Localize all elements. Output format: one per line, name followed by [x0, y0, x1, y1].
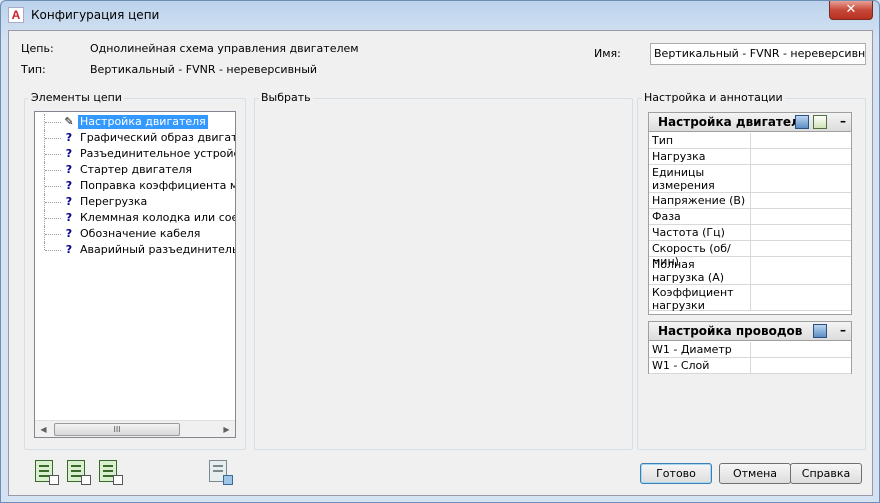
tree-item[interactable]: ? Аварийный разъединитель по [35, 242, 236, 258]
collapse-icon[interactable]: – [840, 323, 846, 337]
property-row[interactable]: Частота (Гц) [649, 225, 851, 241]
wire-panel-header: Настройка проводов – [649, 322, 851, 341]
property-row[interactable]: W1 - Слой [649, 358, 851, 374]
property-key: Единицы измерения [652, 166, 715, 192]
tree-item-label: Клеммная колодка или соедин [80, 211, 235, 224]
dialog-window: A Конфигурация цепи ✕ Цепь: Однолинейная… [0, 0, 880, 503]
circuit-value: Однолинейная схема управления двигателем [90, 42, 359, 55]
scroll-left-arrow-icon[interactable]: ◀ [35, 421, 52, 437]
property-key: Коэффициент нагрузки [652, 286, 734, 312]
dialog-client: Цепь: Однолинейная схема управления двиг… [8, 30, 873, 496]
question-icon: ? [65, 211, 73, 224]
circuit-layout-tool-icon[interactable] [64, 458, 92, 486]
cancel-button[interactable]: Отмена [719, 463, 791, 484]
reset-circuit-tool-icon[interactable] [206, 458, 234, 486]
circuit-elements-tree[interactable]: ◀ III ▶ ✎ Настройка двигателя? Графический… [34, 111, 236, 438]
property-key: Полная нагрузка (А) [652, 258, 725, 284]
property-key: W1 - Слой [652, 359, 710, 372]
property-row[interactable]: W1 - Диаметр [649, 342, 851, 358]
title-bar[interactable]: A Конфигурация цепи ✕ [1, 1, 879, 30]
elements-group-title: Элементы цепи [29, 91, 124, 104]
motor-settings-panel: Настройка двигателя – Тип Нагрузка Единицы… [648, 112, 852, 315]
settings-dialog-icon[interactable] [813, 324, 827, 338]
property-row[interactable]: Коэффициент нагрузки [649, 285, 851, 312]
question-icon: ? [65, 179, 73, 192]
tree-item-label: Стартер двигателя [80, 163, 193, 176]
apply-settings-icon[interactable] [813, 115, 827, 129]
tree-item[interactable]: ✎ Настройка двигателя [35, 114, 235, 130]
property-key: Фаза [652, 210, 681, 223]
horizontal-scrollbar[interactable]: ◀ III ▶ [35, 420, 235, 437]
close-button[interactable]: ✕ [829, 1, 873, 20]
select-group: Выбрать [254, 91, 633, 450]
question-icon: ? [65, 163, 73, 176]
type-label: Тип: [21, 63, 46, 76]
property-row[interactable]: Единицы измерения [649, 165, 851, 193]
property-row[interactable]: Скорость (об/мин) [649, 241, 851, 268]
property-key: Нагрузка [652, 150, 706, 163]
property-row[interactable]: Напряжение (В) [649, 193, 851, 209]
property-row[interactable]: Нагрузка [649, 149, 851, 165]
tree-item-label: Настройка двигателя [78, 115, 208, 129]
tree-item-label: Разъединительное устройство [80, 147, 235, 160]
settings-dialog-icon[interactable] [795, 115, 809, 129]
window-title: Конфигурация цепи [31, 8, 160, 22]
help-button[interactable]: Справка [790, 463, 862, 484]
tree-item-label: Перегрузка [80, 195, 148, 208]
autocad-icon: A [8, 7, 24, 23]
circuit-label: Цепь: [21, 42, 54, 55]
type-value: Вертикальный - FVNR - нереверсивный [90, 63, 318, 76]
collapse-icon[interactable]: – [840, 114, 846, 128]
motor-panel-title: Настройка двигателя [658, 115, 808, 129]
ok-button[interactable]: Готово [640, 463, 712, 484]
question-icon: ? [65, 131, 73, 144]
question-icon: ? [65, 243, 73, 256]
motor-panel-header: Настройка двигателя – [649, 113, 851, 132]
scroll-thumb[interactable]: III [54, 423, 180, 436]
property-row[interactable]: Полная нагрузка (А) [649, 257, 851, 285]
tree-item-label: Обозначение кабеля [80, 227, 201, 240]
tree-item[interactable]: ? Графический образ двигателя [35, 130, 235, 146]
settings-group-title: Настройка и аннотации [642, 91, 785, 104]
select-group-title: Выбрать [259, 91, 313, 104]
wire-settings-panel: Настройка проводов – W1 - Диаметр W1 - Сл… [648, 321, 852, 374]
tree-item[interactable]: ? Стартер двигателя [35, 162, 235, 178]
tree-item[interactable]: ? Перегрузка [35, 194, 235, 210]
tree-item[interactable]: ? Разъединительное устройство [35, 146, 235, 162]
question-icon: ? [65, 147, 73, 160]
property-key: W1 - Диаметр [652, 343, 732, 356]
tree-item[interactable]: ? Поправка коэффициента мощн [35, 178, 235, 194]
question-icon: ? [65, 227, 73, 240]
property-key: Тип [652, 134, 674, 147]
property-key: Напряжение (В) [652, 194, 746, 207]
property-row[interactable]: Фаза [649, 209, 851, 225]
scroll-right-arrow-icon[interactable]: ▶ [218, 421, 235, 437]
wire-panel-title: Настройка проводов [658, 324, 803, 338]
insert-circuit-tool-icon[interactable] [32, 458, 60, 486]
tree-item-label: Поправка коэффициента мощн [80, 179, 235, 192]
pencil-icon: ✎ [64, 115, 74, 128]
tree-item-label: Графический образ двигателя [80, 131, 235, 144]
tree-item[interactable]: ? Клеммная колодка или соедин [35, 210, 235, 226]
circuit-move-tool-icon[interactable] [96, 458, 124, 486]
name-field[interactable]: Вертикальный - FVNR - нереверсивный (I [650, 43, 866, 65]
question-icon: ? [65, 195, 73, 208]
tree-item[interactable]: ? Обозначение кабеля [35, 226, 235, 242]
name-label: Имя: [594, 47, 621, 60]
tree-item-label: Аварийный разъединитель по [80, 243, 236, 256]
property-row[interactable]: Тип [649, 133, 851, 149]
property-key: Частота (Гц) [652, 226, 725, 239]
